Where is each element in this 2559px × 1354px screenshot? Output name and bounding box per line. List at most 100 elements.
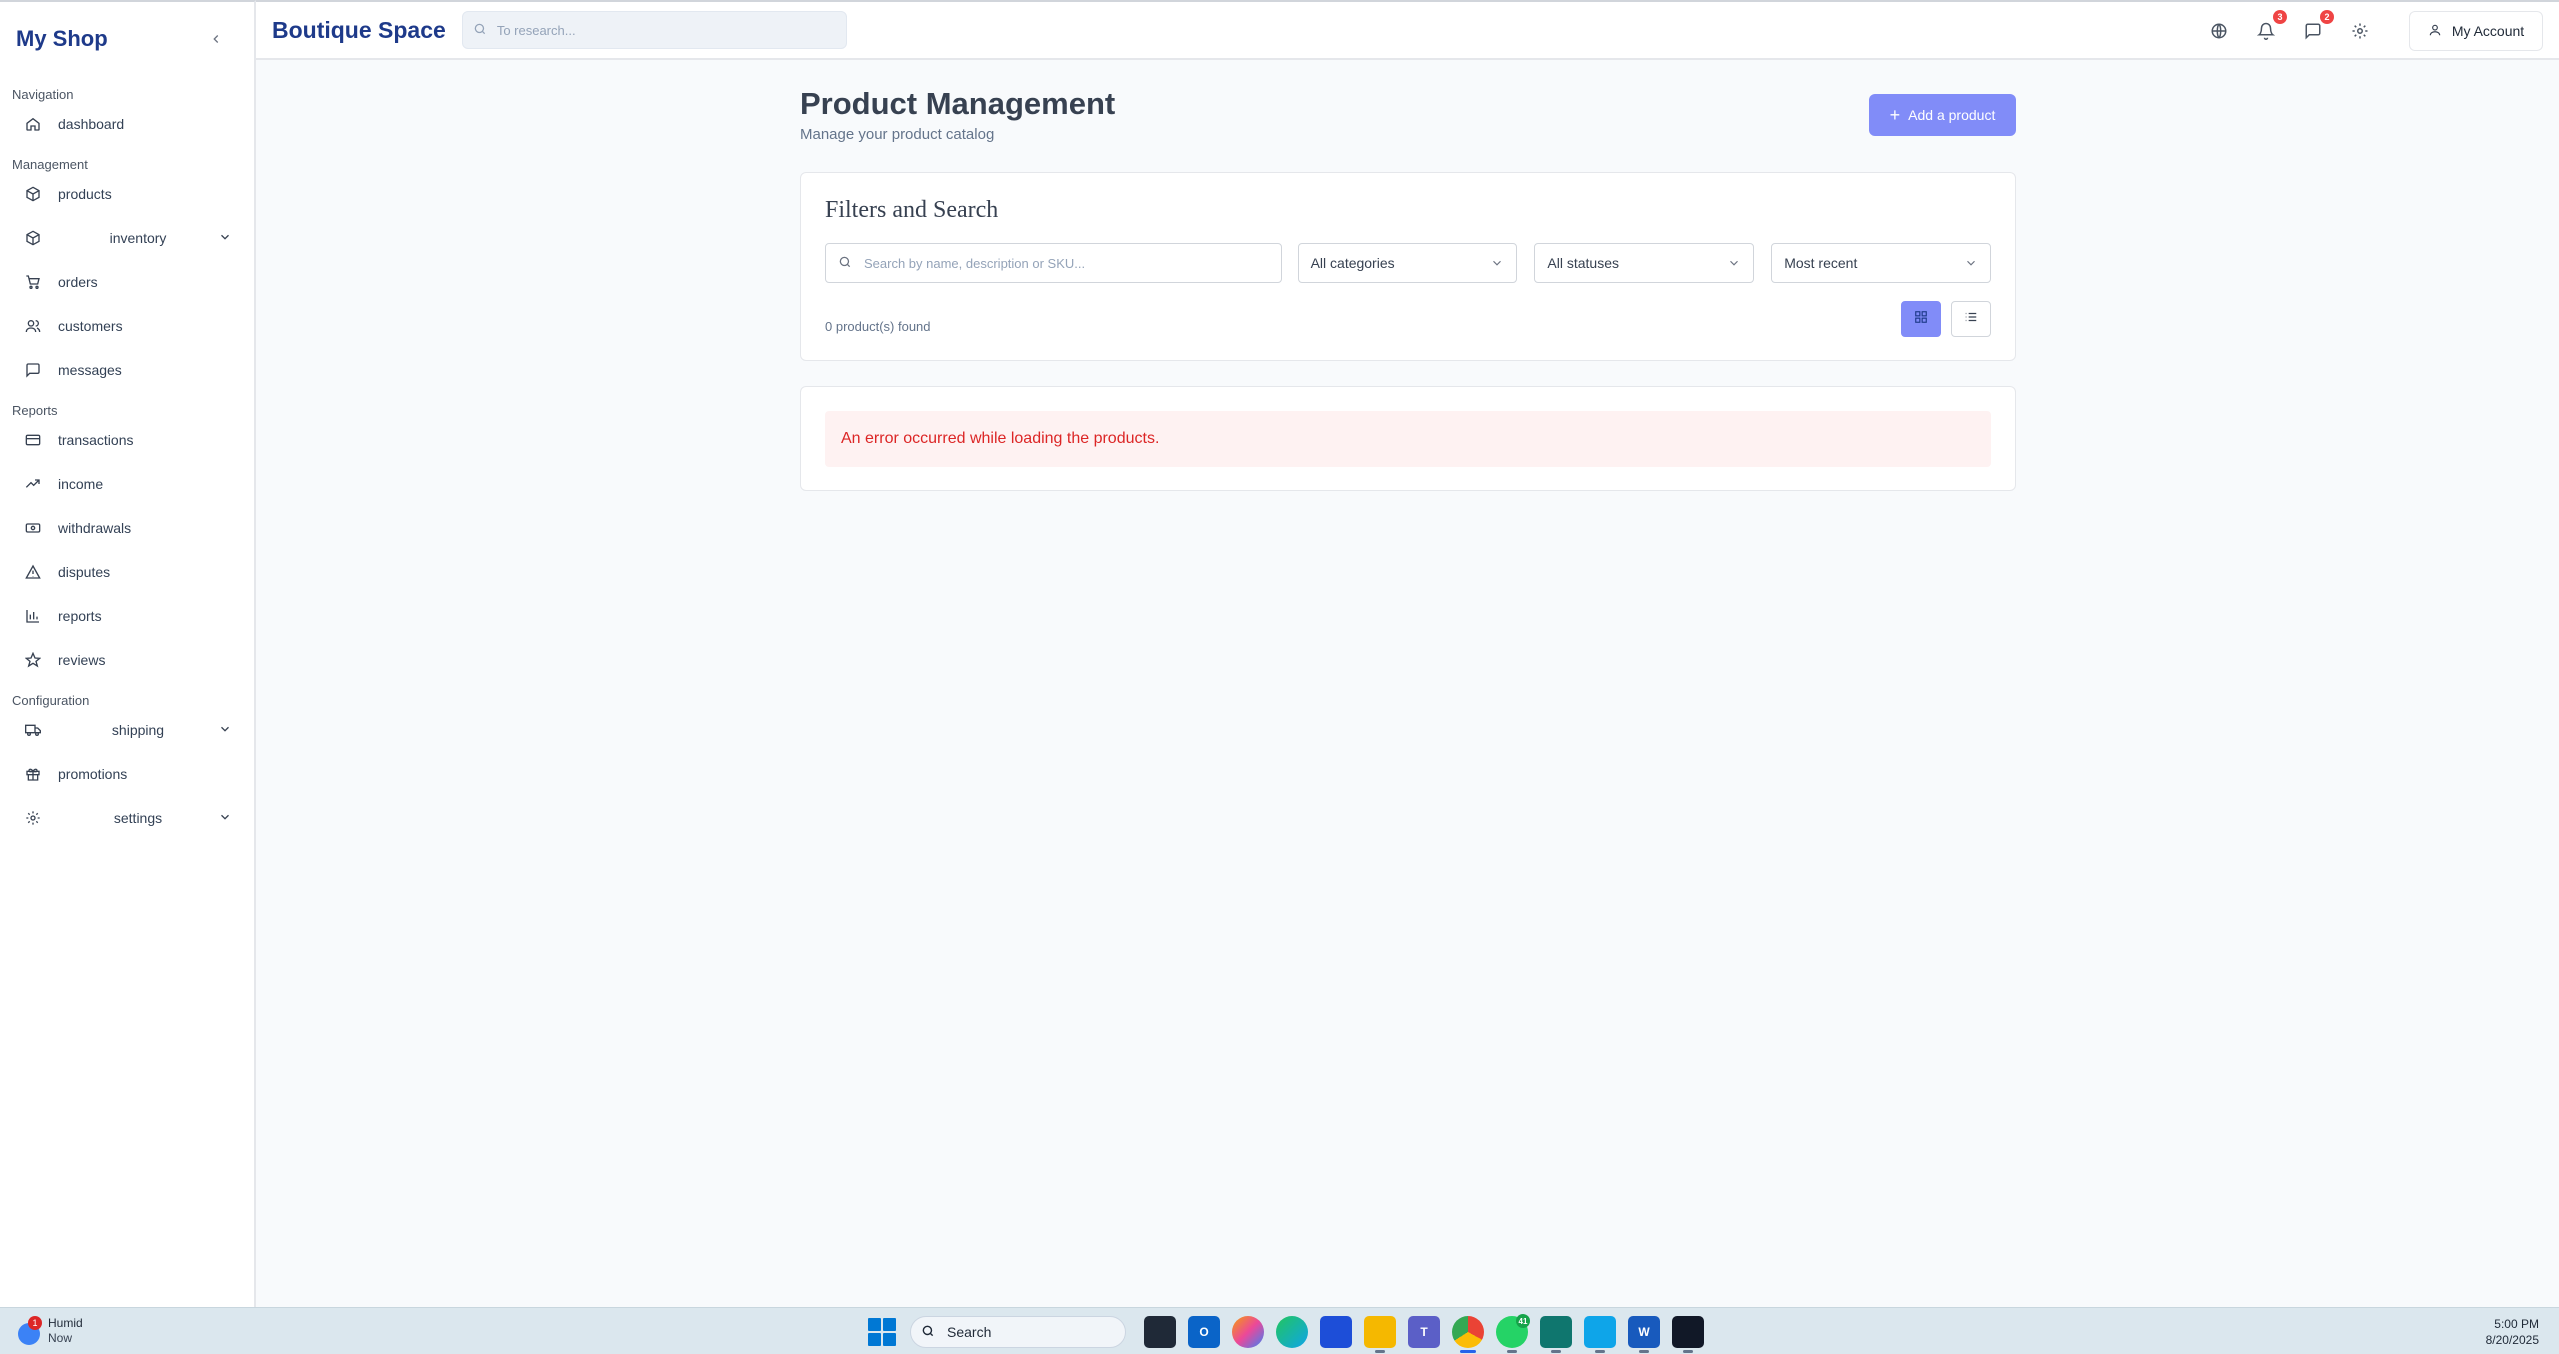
- sidebar-item-disputes[interactable]: disputes: [0, 550, 254, 594]
- whatsapp-icon[interactable]: 41: [1496, 1314, 1530, 1353]
- sidebar-item-label: shipping: [111, 722, 165, 738]
- sidebar-item-reviews[interactable]: reviews: [0, 638, 254, 682]
- add-product-label: Add a product: [1908, 107, 1996, 123]
- my-account-button[interactable]: My Account: [2409, 11, 2543, 51]
- collapse-chevron-left-icon[interactable]: [206, 29, 226, 49]
- alert-triangle-icon: [24, 563, 42, 581]
- file-explorer-icon[interactable]: [1364, 1316, 1396, 1353]
- photos-icon[interactable]: [1584, 1316, 1616, 1353]
- sidebar-item-orders[interactable]: orders: [0, 260, 254, 304]
- taskbar-search[interactable]: Search: [910, 1316, 1126, 1348]
- sidebar-item-shipping[interactable]: shipping: [0, 708, 254, 752]
- sidebar-item-products[interactable]: products: [0, 172, 254, 216]
- taskbar-apps: Search O T 41 W: [866, 1314, 1710, 1353]
- sidebar-item-label: income: [58, 476, 104, 492]
- running-indicator: [1639, 1350, 1649, 1353]
- sidebar-item-label: transactions: [58, 432, 134, 448]
- chevron-down-icon: [1490, 256, 1504, 270]
- list-view-button[interactable]: [1951, 301, 1991, 337]
- status-select-value: All statuses: [1547, 255, 1619, 271]
- gear-icon[interactable]: [2348, 19, 2372, 43]
- shop-title: My Shop: [16, 26, 108, 51]
- messages-badge: 2: [2320, 10, 2334, 24]
- store-icon[interactable]: [1320, 1316, 1352, 1348]
- windows-start-icon[interactable]: [866, 1316, 898, 1348]
- sidebar-item-income[interactable]: income: [0, 462, 254, 506]
- weather-text: Humid Now: [48, 1316, 83, 1346]
- global-search-input[interactable]: To research...: [461, 11, 847, 49]
- product-search-input[interactable]: Search by name, description or SKU...: [825, 243, 1282, 283]
- sidebar-item-label: reports: [58, 608, 102, 624]
- page-title: Product Management: [800, 86, 1116, 121]
- bell-icon[interactable]: 3: [2254, 10, 2287, 43]
- products-card: An error occurred while loading the prod…: [800, 386, 2016, 491]
- copilot-icon[interactable]: [1232, 1316, 1264, 1348]
- running-indicator: [1595, 1350, 1605, 1353]
- box-icon: [24, 229, 42, 247]
- running-indicator: [1683, 1350, 1693, 1353]
- credit-card-icon: [24, 431, 42, 449]
- active-indicator: [1460, 1350, 1476, 1353]
- sidebar-item-label: inventory: [109, 230, 167, 246]
- sidebar-item-label: settings: [113, 810, 163, 826]
- teams-icon[interactable]: T: [1408, 1316, 1440, 1348]
- weather-widget[interactable]: 1 Humid Now: [14, 1316, 83, 1346]
- chevron-down-icon: [1727, 256, 1741, 270]
- weather-label: Humid: [48, 1316, 83, 1330]
- status-select[interactable]: All statuses: [1534, 243, 1755, 283]
- sidebar-item-transactions[interactable]: transactions: [0, 418, 254, 462]
- section-configuration: Configuration: [12, 693, 90, 708]
- global-search-placeholder: To research...: [496, 22, 576, 38]
- sidebar-item-withdrawals[interactable]: withdrawals: [0, 506, 254, 550]
- view-toggle: [1891, 301, 1991, 337]
- edge-icon[interactable]: [1276, 1316, 1308, 1348]
- category-select[interactable]: All categories: [1297, 243, 1518, 283]
- add-product-button[interactable]: + Add a product: [1869, 94, 2016, 136]
- sidebar-item-settings[interactable]: settings: [0, 796, 254, 840]
- taskbar-search-label: Search: [947, 1324, 992, 1340]
- chrome-icon[interactable]: [1452, 1316, 1484, 1353]
- my-account-label: My Account: [2451, 23, 2525, 39]
- shopping-cart-icon: [24, 273, 42, 291]
- gift-icon: [24, 765, 42, 783]
- trending-up-icon: [24, 475, 42, 493]
- system-clock[interactable]: 5:00 PM 8/20/2025: [2486, 1316, 2539, 1348]
- star-icon: [24, 651, 42, 669]
- banknote-icon: [24, 519, 42, 537]
- list-icon: [1964, 310, 1978, 329]
- page-header: Product Management Manage your product c…: [800, 60, 2016, 172]
- search-icon: [838, 255, 854, 271]
- running-indicator: [1551, 1350, 1561, 1353]
- sidebar-item-dashboard[interactable]: dashboard: [0, 102, 254, 146]
- sidebar-item-label: products: [58, 186, 112, 202]
- sidebar-item-messages[interactable]: messages: [0, 348, 254, 392]
- sidebar-header: My Shop: [0, 2, 254, 76]
- word-icon[interactable]: W: [1628, 1316, 1660, 1353]
- brand-title[interactable]: Boutique Space: [272, 17, 446, 44]
- sidebar-item-promotions[interactable]: promotions: [0, 752, 254, 796]
- outlook-icon[interactable]: O: [1188, 1316, 1220, 1348]
- truck-icon: [24, 721, 42, 739]
- chevron-down-icon: [218, 230, 234, 246]
- notepad-icon[interactable]: [1540, 1316, 1572, 1353]
- weather-badge: 1: [28, 1316, 42, 1330]
- running-indicator: [1375, 1350, 1385, 1353]
- terminal-icon[interactable]: [1672, 1316, 1704, 1353]
- search-icon: [473, 22, 489, 38]
- section-navigation: Navigation: [12, 87, 74, 102]
- users-icon: [24, 317, 42, 335]
- category-select-value: All categories: [1310, 255, 1395, 271]
- sidebar-item-label: withdrawals: [58, 520, 132, 536]
- sort-select[interactable]: Most recent: [1771, 243, 1992, 283]
- task-view-icon[interactable]: [1144, 1316, 1176, 1348]
- home-icon: [24, 115, 42, 133]
- section-reports: Reports: [12, 403, 58, 418]
- globe-icon[interactable]: [2207, 19, 2231, 43]
- sidebar-item-reports[interactable]: reports: [0, 594, 254, 638]
- sidebar-item-inventory[interactable]: inventory: [0, 216, 254, 260]
- message-square-icon: [24, 361, 42, 379]
- chevron-down-icon: [218, 810, 234, 826]
- message-icon[interactable]: 2: [2301, 10, 2334, 43]
- sidebar-item-customers[interactable]: customers: [0, 304, 254, 348]
- grid-view-button[interactable]: [1901, 301, 1941, 337]
